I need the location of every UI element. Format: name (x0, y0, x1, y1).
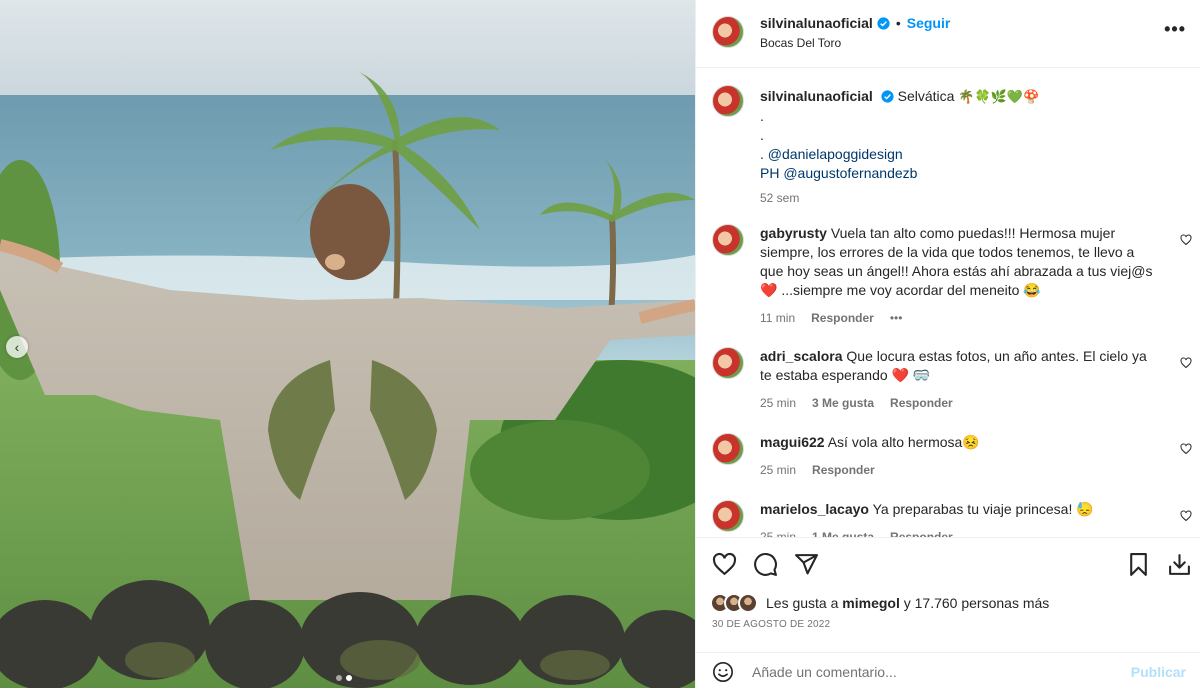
caption-emojis: 🌴🍀🌿💚🍄 (958, 90, 1040, 105)
likes-prefix: Les gusta a (766, 595, 839, 611)
comment-more-icon[interactable]: ••• (890, 309, 903, 328)
liker-avatars (710, 593, 758, 613)
share-icon[interactable] (794, 552, 819, 577)
add-comment-bar: Añade un comentario... Publicar (696, 652, 1200, 688)
comment-username[interactable]: adri_scalora (760, 348, 843, 364)
comment-username[interactable]: marielos_lacayo (760, 501, 869, 517)
carousel-dot[interactable] (336, 675, 342, 681)
carousel-prev-button[interactable]: ‹ (6, 336, 28, 358)
separator: • (895, 15, 901, 31)
comment-time: 25 min (760, 530, 797, 537)
comment-likes[interactable]: 3 Me gusta (812, 394, 874, 413)
comment-icon[interactable] (753, 552, 778, 577)
comment-time: 25 min (760, 463, 797, 477)
post-date: 30 DE AGOSTO DE 2022 (712, 619, 831, 630)
avatar[interactable] (712, 85, 744, 117)
comment-body: marielos_lacayo Ya preparabas tu viaje p… (760, 500, 1160, 537)
post-side-panel: silvinalunaoficial • Seguir Bocas Del To… (695, 0, 1200, 688)
publish-button[interactable]: Publicar (1131, 664, 1186, 680)
comment-meta: 25 min Responder (760, 461, 1160, 480)
avatar[interactable] (712, 16, 744, 48)
caption-age: 52 sem (760, 191, 800, 205)
reply-button[interactable]: Responder (890, 528, 953, 537)
chevron-left-icon: ‹ (14, 339, 20, 355)
heart-icon[interactable] (1180, 357, 1192, 369)
reply-button[interactable]: Responder (812, 461, 875, 480)
author-username[interactable]: silvinalunaoficial (760, 15, 873, 31)
comment-time: 25 min (760, 396, 797, 410)
caption-credit-line[interactable]: PH @augustofernandezb (760, 164, 1160, 183)
reply-button[interactable]: Responder (811, 309, 874, 328)
caption-line: . (760, 127, 764, 143)
download-icon[interactable] (1167, 552, 1192, 577)
comment-time: 11 min (760, 311, 796, 325)
comment-username[interactable]: gabyrusty (760, 225, 827, 241)
caption-author[interactable]: silvinalunaoficial (760, 88, 873, 104)
verified-icon (881, 90, 894, 103)
emoji-icon[interactable] (712, 661, 734, 683)
instagram-post-view: ‹ silvinalunaoficial • Seguir Bocas Del … (0, 0, 1200, 688)
comment-meta: 25 min 1 Me gusta Responder (760, 528, 1160, 537)
post-header: silvinalunaoficial • Seguir Bocas Del To… (696, 0, 1200, 68)
carousel-dots (336, 675, 352, 681)
comment-username[interactable]: magui622 (760, 434, 825, 450)
likes-suffix[interactable]: y 17.760 personas más (904, 595, 1050, 611)
caption-body: silvinalunaoficial Selvática 🌴🍀🌿💚🍄 . . .… (760, 87, 1160, 208)
caption-line: . (760, 108, 764, 124)
more-options-icon[interactable]: ••• (1164, 20, 1186, 38)
beach-scene-image (0, 0, 695, 688)
caption-text: Selvática (897, 88, 955, 104)
likes-user[interactable]: mimegol (842, 595, 900, 611)
location-link[interactable]: Bocas Del Toro (760, 36, 841, 50)
comment-text: Ya preparabas tu viaje princesa! 😓 (872, 501, 1094, 517)
post-photo[interactable]: ‹ (0, 0, 695, 688)
post-actions-bar (696, 537, 1200, 589)
carousel-dot-active[interactable] (346, 675, 352, 681)
avatar[interactable] (712, 433, 744, 465)
comment-likes[interactable]: 1 Me gusta (812, 528, 874, 537)
avatar[interactable] (712, 347, 744, 379)
caption-mention-line[interactable]: . @danielapoggidesign (760, 145, 1160, 164)
caption-meta: 52 sem (760, 189, 1160, 208)
comment-body: adri_scalora Que locura estas fotos, un … (760, 347, 1160, 413)
avatar[interactable] (712, 224, 744, 256)
comment-body: magui622 Así vola alto hermosa😣 25 min R… (760, 433, 1160, 480)
avatar[interactable] (712, 500, 744, 532)
comments-list[interactable]: silvinalunaoficial Selvática 🌴🍀🌿💚🍄 . . .… (696, 69, 1200, 537)
comment-input[interactable]: Añade un comentario... (752, 664, 897, 680)
post-header-line: silvinalunaoficial • Seguir (760, 15, 950, 31)
heart-icon[interactable] (1180, 234, 1192, 246)
comment-body: gabyrusty Vuela tan alto como puedas!!! … (760, 224, 1160, 328)
follow-button[interactable]: Seguir (907, 15, 951, 31)
heart-icon[interactable] (712, 552, 737, 577)
reply-button[interactable]: Responder (890, 394, 953, 413)
likes-summary[interactable]: Les gusta a mimegol y 17.760 personas má… (710, 593, 1049, 613)
comment-text: Así vola alto hermosa😣 (827, 434, 980, 450)
heart-icon[interactable] (1180, 443, 1192, 455)
verified-icon (877, 16, 890, 30)
bookmark-icon[interactable] (1126, 552, 1151, 577)
heart-icon[interactable] (1180, 510, 1192, 522)
comment-meta: 25 min 3 Me gusta Responder (760, 394, 1160, 413)
avatar (738, 593, 758, 613)
comment-meta: 11 min Responder ••• (760, 309, 1160, 328)
